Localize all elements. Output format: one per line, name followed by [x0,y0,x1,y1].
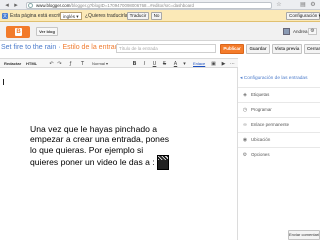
language-select[interactable]: inglés ▾ [60,12,82,20]
clapperboard-stripe [157,156,168,161]
undo-icon[interactable]: ↶ [48,60,55,68]
text-cursor [3,79,4,85]
page-info-icon[interactable] [28,3,33,8]
post-settings-sidebar: ◂ Configuración de las entradas ◈ Etique… [238,68,320,240]
sidebar-item-label: Ubicación [251,137,271,142]
browser-address-bar: ◂ ▸ www.blogger.com/blogger.g?blogID=170… [0,0,320,10]
save-button[interactable]: Guardar [246,44,270,54]
close-button[interactable]: Cerrar [304,44,320,54]
underline-icon[interactable]: U [151,60,158,68]
settings-gear-icon[interactable]: ⚙ [308,28,317,35]
post-line-text: quieres poner un video le das a : [30,156,155,167]
post-title-input[interactable]: Título de la entrada [116,44,216,53]
breadcrumb: Set fire to the rain · Estilo de la entr… [1,44,122,52]
post-line: Una vez que le hayas pinchado a [30,124,158,134]
sidebar-item-location[interactable]: ◉ Ubicación [238,132,320,147]
location-icon: ◉ [242,137,248,143]
translate-icon: 文 [2,13,8,19]
bookmark-star-icon[interactable]: ☆ [276,2,282,8]
sidebar-item-options[interactable]: ⚙ Opciones [238,147,320,162]
link-button[interactable]: Enlace [193,60,205,68]
html-mode-tab[interactable]: HTML [26,60,37,68]
sidebar-item-labels[interactable]: ◈ Etiquetas [238,87,320,102]
video-clapperboard-icon [156,155,169,171]
view-blog-button[interactable]: Ver blog [36,27,58,36]
tag-icon: ◈ [243,92,247,98]
publish-button[interactable]: Publicar [220,44,244,54]
post-settings-header[interactable]: ◂ Configuración de las entradas [240,76,307,82]
italic-icon[interactable]: I [141,60,148,68]
more-options-icon[interactable]: ⋯ [229,60,236,68]
post-line: empezar a crear una entrada, pones [30,134,170,145]
forward-arrow-icon[interactable]: ▸ [12,1,20,9]
post-line: lo que quieras. Por ejemplo si [30,144,144,155]
redo-icon[interactable]: ↷ [56,60,63,68]
translate-settings-button[interactable]: Configuración ▾ [286,12,320,20]
format-select[interactable]: Normal ▾ [92,60,124,68]
post-editor[interactable]: Una vez que le hayas pinchado a empezar … [0,68,238,240]
translate-button[interactable]: Traducir [127,12,149,20]
font-size-icon[interactable]: T [79,60,86,68]
url-host: www.blogger.com [36,3,71,8]
blogger-b-icon: B [15,28,22,36]
highlight-icon[interactable]: ▾ [181,60,188,68]
post-body[interactable]: Una vez que le hayas pinchado a empezar … [30,124,170,171]
back-arrow-icon[interactable]: ◂ [3,1,11,9]
blog-name[interactable]: Set fire to the rain [1,44,56,51]
url-field[interactable]: www.blogger.com/blogger.g?blogID=1709470… [26,2,272,9]
post-line-with-icon: quieres poner un video le das a : [30,155,169,171]
clock-icon: ◷ [242,107,248,113]
sidebar-item-schedule[interactable]: ◷ Programar [238,102,320,117]
page-title: Estilo de la entrada [62,44,123,51]
translate-question: ¿Quieres traducirla? [85,13,131,19]
strikethrough-icon[interactable]: S [161,60,168,68]
blogger-header: B Ver blog Andrea ▾ ⚙ [0,22,320,41]
sidebar-item-label: Enlace permanente [251,122,290,127]
sidebar-item-permalink[interactable]: ∞ Enlace permanente [238,117,320,132]
blogger-logo[interactable]: B [6,26,30,38]
text-color-icon[interactable]: A [172,60,179,68]
image-icon[interactable]: ▣ [210,60,217,68]
link-icon: ∞ [242,122,248,128]
font-family-icon[interactable]: ƒ [67,60,74,68]
wrench-icon[interactable]: ⚙ [310,2,316,8]
preview-button[interactable]: Vista previa [272,44,302,54]
page-menu-icon[interactable]: ▤ [300,2,306,8]
video-icon[interactable]: ▶ [220,60,227,68]
options-gear-icon: ⚙ [242,152,248,158]
url-path: /blogger.g?blogID=1709470098006768...#ed… [70,3,194,8]
send-feedback-button[interactable]: Enviar comentarios [288,230,320,240]
no-translate-button[interactable]: No [151,12,162,20]
compose-mode-tab[interactable]: Redactar [4,60,21,68]
translate-bar: 文 Esta página está escrita en inglés ▾ ¿… [0,10,320,22]
post-title-row: Set fire to the rain · Estilo de la entr… [0,41,320,57]
avatar[interactable] [283,28,290,35]
sidebar-item-label: Opciones [251,152,270,157]
sidebar-item-label: Programar [251,107,272,112]
bold-icon[interactable]: B [131,60,138,68]
editor-toolbar: Redactar HTML ↶ ↷ ƒ T Normal ▾ B I U S A… [0,58,238,68]
sidebar-item-label: Etiquetas [251,92,270,97]
